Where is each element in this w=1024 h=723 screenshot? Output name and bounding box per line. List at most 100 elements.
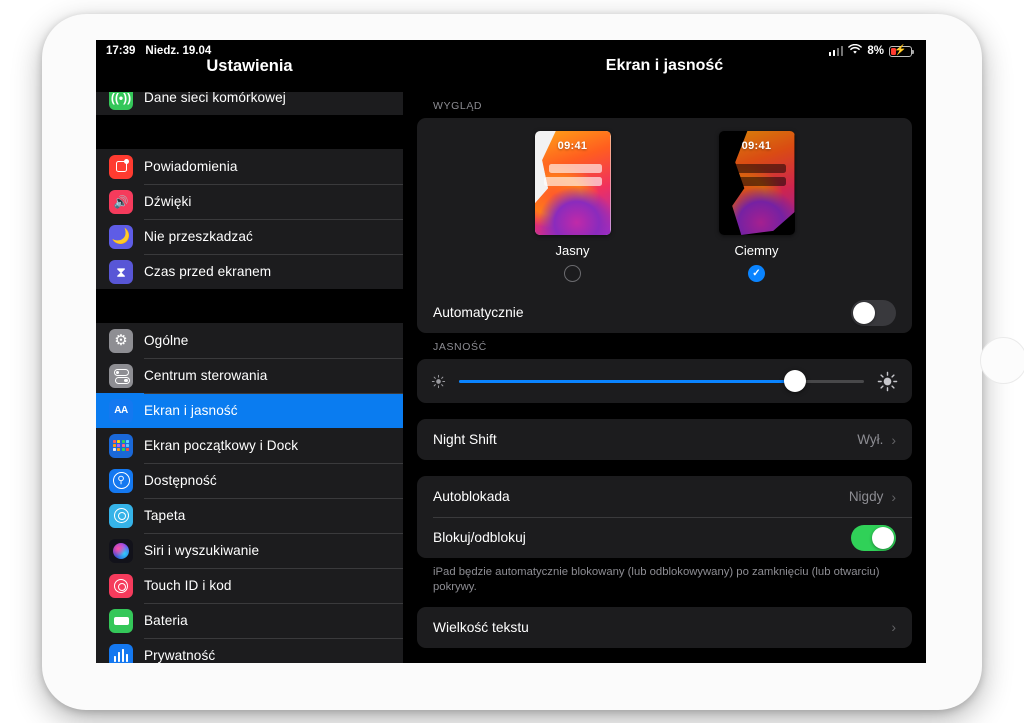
sun-low-icon [431,374,446,389]
touch-id-icon [109,573,133,598]
chevron-right-icon: › [891,619,896,636]
dark-appearance-thumbnail[interactable]: 09:41 [718,131,795,235]
sidebar-item-label: Dźwięki [144,194,192,209]
siri-icon [109,538,133,563]
sidebar-group-system: ⚙ Ogólne Centrum sterowania AA Ekran i j… [96,323,403,663]
sidebar-item-label: Ogólne [144,333,189,348]
night-shift-card: Night Shift Wył. › [417,419,912,460]
sidebar-item-label: Bateria [144,613,188,628]
appearance-option-label: Jasny [555,243,590,258]
sidebar-item-label: Prywatność [144,648,216,663]
brightness-slider[interactable] [459,370,864,392]
brightness-section-header: JASNOŚĆ [433,341,487,353]
do-not-disturb-icon: 🌙 [109,224,133,249]
lock-unlock-toggle[interactable] [851,524,896,551]
privacy-icon [109,643,133,663]
wallpaper-icon [109,503,133,528]
display-brightness-icon: AA [109,398,133,423]
light-appearance-radio[interactable] [564,265,581,282]
appearance-option-light[interactable]: 09:41 Jasny [534,131,611,282]
dark-appearance-radio[interactable]: ✓ [748,265,765,282]
sidebar-item-accessibility[interactable]: ⚲ Dostępność [96,463,403,498]
sidebar-item-home-screen-dock[interactable]: Ekran początkowy i Dock [96,428,403,463]
brightness-slider-thumb[interactable] [784,370,807,392]
notifications-icon [109,154,133,179]
sun-high-icon [877,371,898,392]
automatic-appearance-row[interactable]: Automatycznie [417,292,912,333]
sidebar-item-notifications[interactable]: Powiadomienia [96,149,403,184]
sidebar-scroll-area[interactable]: ((•)) Dane sieci komórkowej Powiadomieni… [96,92,403,663]
settings-sidebar[interactable]: Ustawienia ((•)) Dane sieci komórkowej P… [96,40,403,663]
night-shift-label: Night Shift [433,432,497,447]
sounds-icon: 🔊 [109,189,133,214]
home-button[interactable] [980,337,1024,384]
chevron-right-icon: › [891,431,896,448]
text-size-row[interactable]: Wielkość tekstu › [417,607,912,648]
accessibility-icon: ⚲ [109,468,133,493]
brightness-slider-fill [459,379,796,383]
sidebar-item-do-not-disturb[interactable]: 🌙 Nie przeszkadzać [96,219,403,254]
chevron-right-icon: › [891,488,896,505]
sidebar-item-sounds[interactable]: 🔊 Dźwięki [96,184,403,219]
light-appearance-thumbnail[interactable]: 09:41 [534,131,611,235]
sidebar-item-general[interactable]: ⚙ Ogólne [96,323,403,358]
display-brightness-detail-pane: Ekran i jasność WYGLĄD 09:41 Jasny 09:41… [403,40,926,663]
sidebar-item-label: Powiadomienia [144,159,238,174]
sidebar-group-connectivity: ((•)) Dane sieci komórkowej [96,92,403,115]
gear-icon: ⚙ [109,328,133,353]
ipad-screen: 17:39 Niedz. 19.04 8% ⚡ Ustawienia ((•))… [96,40,926,663]
sidebar-item-label: Centrum sterowania [144,368,268,383]
sidebar-item-siri-search[interactable]: Siri i wyszukiwanie [96,533,403,568]
text-size-label: Wielkość tekstu [433,619,529,635]
appearance-options: 09:41 Jasny 09:41 Ciemny ✓ [417,118,912,292]
sidebar-item-label: Nie przeszkadzać [144,229,253,244]
autolock-footnote: iPad będzie automatycznie blokowany (lub… [433,566,880,593]
detail-scroll-area[interactable]: WYGLĄD 09:41 Jasny 09:41 Ciemny ✓ Automa… [403,92,926,648]
cellular-icon: ((•)) [109,92,133,110]
thumbnail-time: 09:41 [557,140,588,152]
sidebar-item-label: Ekran i jasność [144,403,238,418]
text-size-card: Wielkość tekstu › [417,606,912,648]
autolock-card: Autoblokada Nigdy › Blokuj/odblokuj [417,476,912,558]
appearance-section-header: WYGLĄD [433,100,483,112]
sidebar-item-battery[interactable]: Bateria [96,603,403,638]
automatic-label: Automatycznie [433,305,524,320]
sidebar-group-divider [96,115,403,149]
sidebar-item-label: Tapeta [144,508,186,523]
automatic-toggle[interactable] [851,299,896,326]
night-shift-value: Wył. [857,432,884,447]
lock-unlock-label: Blokuj/odblokuj [433,530,526,545]
home-screen-dock-icon [109,433,133,458]
appearance-option-dark[interactable]: 09:41 Ciemny ✓ [718,131,795,282]
sidebar-group-divider [96,289,403,323]
sidebar-item-label: Siri i wyszukiwanie [144,543,260,558]
sidebar-item-label: Touch ID i kod [144,578,232,593]
sidebar-item-display-brightness[interactable]: AA Ekran i jasność [96,393,403,428]
sidebar-item-label: Czas przed ekranem [144,264,272,279]
sidebar-group-alerts: Powiadomienia 🔊 Dźwięki 🌙 Nie przeszkadz… [96,149,403,289]
night-shift-row[interactable]: Night Shift Wył. › [417,419,912,460]
sidebar-item-privacy[interactable]: Prywatność [96,638,403,663]
brightness-row[interactable] [417,359,912,403]
sidebar-item-wallpaper[interactable]: Tapeta [96,498,403,533]
brightness-card [417,359,912,403]
sidebar-item-label: Dane sieci komórkowej [144,92,286,105]
autolock-row[interactable]: Autoblokada Nigdy › [417,476,912,517]
sidebar-item-cellular-data[interactable]: ((•)) Dane sieci komórkowej [96,92,403,115]
sidebar-item-screen-time[interactable]: ⧗ Czas przed ekranem [96,254,403,289]
battery-icon [109,608,133,633]
page-title: Ekran i jasność [605,57,724,74]
sidebar-item-label: Ekran początkowy i Dock [144,438,299,453]
autolock-value: Nigdy [848,489,884,504]
lock-unlock-row[interactable]: Blokuj/odblokuj [417,517,912,558]
thumbnail-time: 09:41 [741,140,772,152]
sidebar-title: Ustawienia [96,40,403,92]
autolock-label: Autoblokada [433,489,510,504]
sidebar-item-control-center[interactable]: Centrum sterowania [96,358,403,393]
appearance-option-label: Ciemny [734,243,779,258]
control-center-icon [109,363,133,388]
appearance-card: 09:41 Jasny 09:41 Ciemny ✓ Automatycznie [417,118,912,333]
sidebar-item-touch-id[interactable]: Touch ID i kod [96,568,403,603]
thumbnail-notifications [727,164,786,190]
thumbnail-notifications [543,164,602,190]
